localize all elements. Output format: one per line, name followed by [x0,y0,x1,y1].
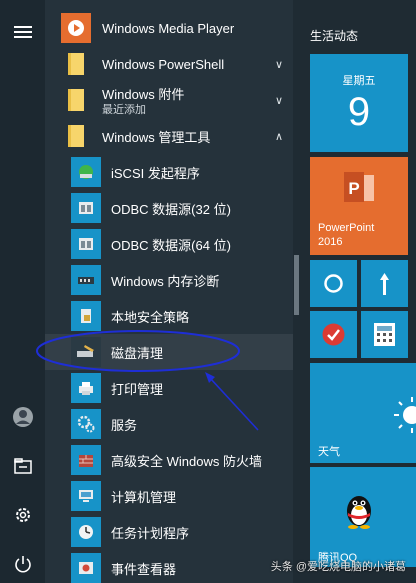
maps-tile[interactable] [361,260,408,307]
tile-group-title: 生活动态 [310,29,359,43]
print-management-icon [71,373,101,403]
pin-icon [380,273,389,295]
gear-icon [15,508,30,522]
folder-windows-accessories[interactable]: Windows 附件 最近添加 ∨ [45,82,295,118]
recently-added-label: 最近添加 [102,104,146,116]
calendar-tile[interactable]: 星期五 9 [310,54,408,152]
weather-label: 天气 [318,446,340,458]
app-label: 本地安全策略 [111,309,190,325]
app-label: Windows 内存诊断 [111,273,220,289]
app-computer-management[interactable]: 计算机管理 [45,478,295,514]
app-windows-firewall[interactable]: 高级安全 Windows 防火墙 [45,442,295,478]
app-label: 打印管理 [111,381,164,397]
app-label: ODBC 数据源(64 位) [111,237,231,253]
chevron-down-icon: ∨ [275,94,284,107]
app-label: Windows PowerShell [102,56,225,72]
check-circle-icon [322,323,345,346]
folder-icon [61,49,91,79]
folder-windows-powershell[interactable]: Windows PowerShell ∨ [45,46,295,82]
cortana-icon [324,274,343,293]
app-task-scheduler[interactable]: 任务计划程序 [45,514,295,550]
power-button[interactable] [0,546,45,582]
app-iscsi-initiator[interactable]: iSCSI 发起程序 [45,154,295,190]
task-scheduler-icon [71,517,101,547]
watermark: 头条 @爱吃烧电脑的小诸葛 [271,558,406,574]
app-odbc-64[interactable]: ODBC 数据源(64 位) [45,226,295,262]
memory-diagnostic-icon [71,265,101,295]
powerpoint-label-line2: 2016 [318,236,343,248]
powerpoint-icon: P [344,172,374,202]
watermark-prefix: 头条 [270,561,293,573]
app-print-management[interactable]: 打印管理 [45,370,295,406]
watermark-text: @爱吃烧电脑的小诸葛 [295,561,406,573]
applist-scrollbar-thumb[interactable] [294,255,299,315]
app-memory-diagnostic[interactable]: Windows 内存诊断 [45,262,295,298]
power-icon [14,556,31,573]
user-avatar-icon [12,407,33,427]
cortana-tile[interactable] [310,260,357,307]
weather-tile[interactable]: 天气 [310,363,416,463]
app-label: 任务计划程序 [111,525,190,541]
app-label: iSCSI 发起程序 [111,165,200,181]
qq-penguin-icon [347,496,371,529]
odbc-icon [71,193,101,223]
app-label: 高级安全 Windows 防火墙 [111,453,262,469]
firewall-icon [71,445,101,475]
app-label: 服务 [111,417,138,433]
powerpoint-tile[interactable]: P PowerPoint 2016 [310,157,408,255]
folder-windows-admin-tools[interactable]: Windows 管理工具 ∧ [45,118,295,154]
start-left-rail [0,0,45,583]
all-apps-list: Windows Media Player Windows PowerShell … [45,0,295,583]
app-label: Windows Media Player [102,20,235,36]
security-policy-icon [71,301,101,331]
folder-icon [61,121,91,151]
app-label: 事件查看器 [111,561,177,577]
app-odbc-32[interactable]: ODBC 数据源(32 位) [45,190,295,226]
computer-management-icon [71,481,101,511]
user-account-button[interactable] [0,399,45,435]
app-disk-cleanup[interactable]: 磁盘清理 [45,334,295,370]
qq-tile[interactable]: 腾讯QQ [310,467,416,567]
media-player-icon [61,13,91,43]
services-icon [71,409,101,439]
app-local-security-policy[interactable]: 本地安全策略 [45,298,295,334]
svg-text:P: P [348,179,359,198]
iscsi-icon [71,157,101,187]
hamburger-icon [13,26,32,38]
event-viewer-icon [71,553,101,583]
calendar-weekday: 星期五 [342,75,376,87]
app-windows-media-player[interactable]: Windows Media Player [45,10,295,46]
app-services[interactable]: 服务 [45,406,295,442]
calendar-date: 9 [347,90,371,134]
odbc-icon [71,229,101,259]
hamburger-menu-button[interactable] [0,14,45,50]
calculator-icon [374,323,395,346]
chevron-down-icon: ∨ [275,58,284,71]
powerpoint-label-line1: PowerPoint [318,222,375,234]
app-label: 计算机管理 [111,489,177,505]
app-label: ODBC 数据源(32 位) [111,201,231,217]
sun-icon [394,397,416,433]
folder-icon [61,85,91,115]
settings-button[interactable] [0,497,45,533]
chevron-up-icon: ∧ [275,130,284,143]
calculator-tile[interactable] [361,311,408,358]
documents-button[interactable] [0,448,45,484]
disk-cleanup-icon [71,337,101,367]
wunderlist-tile[interactable] [310,311,357,358]
app-label: Windows 管理工具 [102,129,211,145]
documents-icon [13,458,32,474]
app-label: 磁盘清理 [111,345,164,361]
app-event-viewer[interactable]: 事件查看器 [45,550,295,583]
